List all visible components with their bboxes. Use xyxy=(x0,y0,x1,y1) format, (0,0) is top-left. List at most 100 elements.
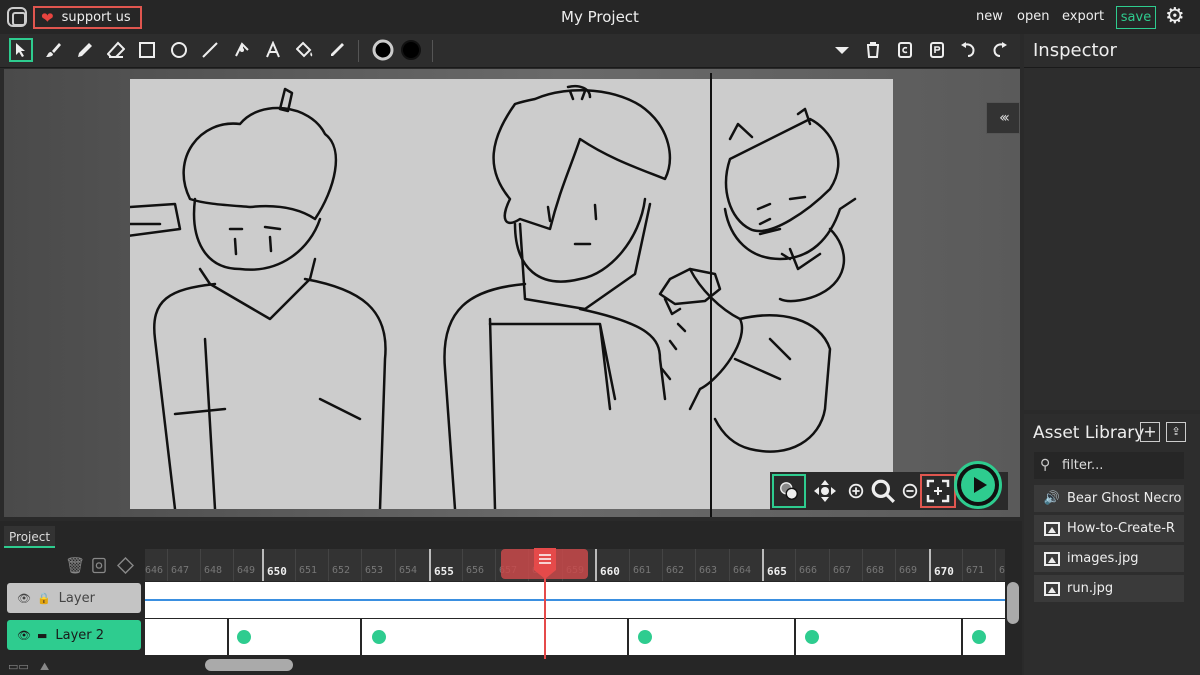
frame-tick: 646 xyxy=(145,549,163,581)
brush-tool-icon[interactable] xyxy=(41,38,65,62)
stroke-color-swatch[interactable] xyxy=(371,38,395,62)
frame-tick: 662 xyxy=(662,549,684,581)
eye-icon[interactable]: 👁 xyxy=(17,629,31,642)
inspector-title: Inspector xyxy=(1024,34,1200,68)
undo-icon[interactable] xyxy=(956,38,980,62)
app-logo-icon[interactable] xyxy=(7,7,27,27)
fit-to-view-icon[interactable] xyxy=(920,474,956,508)
frame-tick-major: 655 xyxy=(429,549,454,581)
frame-tick: 666 xyxy=(795,549,817,581)
support-us-button[interactable]: ❤ support us xyxy=(33,6,142,29)
add-keyframe-diamond-icon[interactable] xyxy=(116,556,135,578)
upload-asset-icon[interactable]: ⇪ xyxy=(1166,422,1186,442)
lock-icon[interactable]: 🔒 xyxy=(37,592,51,605)
save-button[interactable]: save xyxy=(1116,6,1156,29)
image-icon xyxy=(1042,551,1062,567)
keyframe-dot[interactable] xyxy=(805,630,819,644)
playhead-line[interactable] xyxy=(544,576,546,659)
eraser-tool-icon[interactable] xyxy=(104,38,128,62)
eyedropper-tool-icon[interactable] xyxy=(325,38,349,62)
keyframe-dot[interactable] xyxy=(972,630,986,644)
frame-tick: 654 xyxy=(395,549,417,581)
delete-trash-icon[interactable] xyxy=(861,38,885,62)
eye-icon[interactable]: 👁 xyxy=(17,592,31,605)
layer-name: Layer xyxy=(58,590,95,606)
frame-tick: 652 xyxy=(328,549,350,581)
pan-move-icon[interactable] xyxy=(810,474,840,508)
copy-icon[interactable] xyxy=(893,38,917,62)
layer-track[interactable] xyxy=(145,582,1005,618)
ellipse-tool-icon[interactable] xyxy=(167,38,191,62)
playhead-handle[interactable] xyxy=(534,548,556,579)
asset-item[interactable]: images.jpg xyxy=(1034,545,1184,572)
frame-tick: 669 xyxy=(895,549,917,581)
onion-skin-icon[interactable] xyxy=(772,474,806,508)
frame-tick: 667 xyxy=(829,549,851,581)
layer-row-layer-2[interactable]: 👁 ▬ Layer 2 xyxy=(7,620,141,650)
zoom-in-icon[interactable] xyxy=(844,474,868,508)
graph-view-icon[interactable]: ⛰ xyxy=(40,660,49,674)
frame-tick-major: 650 xyxy=(262,549,287,581)
asset-library-title: Asset Library xyxy=(1033,423,1145,443)
frame-tick-major: 670 xyxy=(929,549,954,581)
drawing-toolbar xyxy=(0,34,1020,68)
line-tool-icon[interactable] xyxy=(198,38,222,62)
text-tool-icon[interactable] xyxy=(261,38,285,62)
select-tool-icon[interactable] xyxy=(9,38,33,62)
fill-bucket-tool-icon[interactable] xyxy=(293,38,317,62)
redo-icon[interactable] xyxy=(988,38,1012,62)
frame-tick: 664 xyxy=(729,549,751,581)
fill-color-swatch[interactable] xyxy=(399,38,423,62)
keyframe-boundary xyxy=(227,619,229,655)
zoom-magnifier-icon[interactable] xyxy=(868,474,898,508)
zoom-out-icon[interactable] xyxy=(898,474,922,508)
asset-item[interactable]: 🔊 Bear Ghost Necro xyxy=(1034,485,1184,512)
frame-tick: 653 xyxy=(361,549,383,581)
frame-tick-major: 665 xyxy=(762,549,787,581)
new-menu[interactable]: new xyxy=(976,9,1003,24)
play-button[interactable] xyxy=(954,461,1002,509)
layer-track[interactable] xyxy=(145,619,1005,655)
horizontal-scrollbar[interactable] xyxy=(205,659,293,671)
asset-library-panel: Asset Library + ⇪ ⚲ 🔊 Bear Ghost Necro H… xyxy=(1024,414,1200,675)
keyframe-dot[interactable] xyxy=(372,630,386,644)
paste-icon[interactable] xyxy=(925,38,949,62)
settings-gear-icon[interactable]: ⚙ xyxy=(1165,5,1185,29)
toolbar-divider xyxy=(432,40,433,62)
asset-item[interactable]: How-to-Create-R xyxy=(1034,515,1184,542)
layer-row-layer[interactable]: 👁 🔒 Layer xyxy=(7,583,141,613)
guide-line[interactable] xyxy=(710,73,712,517)
keyframe-dot[interactable] xyxy=(237,630,251,644)
timeline-panel: Project 🗑 646 647 648 649 650 651 652 65… xyxy=(0,521,1022,675)
frame-tick: 651 xyxy=(295,549,317,581)
add-asset-icon[interactable]: + xyxy=(1140,422,1160,442)
collapse-panel-button[interactable]: ‹‹‹ xyxy=(986,102,1020,134)
frame-tick: 672 xyxy=(995,549,1005,581)
asset-item[interactable]: run.jpg xyxy=(1034,575,1184,602)
rectangle-tool-icon[interactable] xyxy=(135,38,159,62)
frame-tick: 648 xyxy=(200,549,222,581)
inspector-panel: Inspector xyxy=(1024,34,1200,410)
keyframe-boundary xyxy=(961,619,963,655)
frame-tick: 663 xyxy=(695,549,717,581)
tab-project[interactable]: Project xyxy=(4,526,56,548)
path-tool-icon[interactable] xyxy=(230,38,254,62)
play-icon xyxy=(961,468,995,502)
artboard-drawing[interactable] xyxy=(98,79,893,511)
heart-icon: ❤ xyxy=(41,8,54,27)
lock-icon[interactable]: ▬ xyxy=(37,629,47,642)
open-menu[interactable]: open xyxy=(1017,9,1049,24)
canvas-stage[interactable]: ‹‹‹ xyxy=(4,69,1020,517)
delete-layer-trash-icon[interactable]: 🗑 xyxy=(65,556,85,575)
keyframe-boundary xyxy=(794,619,796,655)
frame-tick: 668 xyxy=(862,549,884,581)
pencil-tool-icon[interactable] xyxy=(73,38,97,62)
add-layer-icon[interactable] xyxy=(92,557,106,578)
timeline-view-icon[interactable]: ▭▭ xyxy=(8,660,29,673)
vertical-scrollbar[interactable] xyxy=(1007,582,1019,624)
export-menu[interactable]: export xyxy=(1062,9,1104,24)
asset-filter-input[interactable] xyxy=(1034,452,1184,479)
dropdown-arrow-icon[interactable] xyxy=(830,38,854,62)
keyframe-dot[interactable] xyxy=(638,630,652,644)
toolbar-divider xyxy=(358,40,359,62)
